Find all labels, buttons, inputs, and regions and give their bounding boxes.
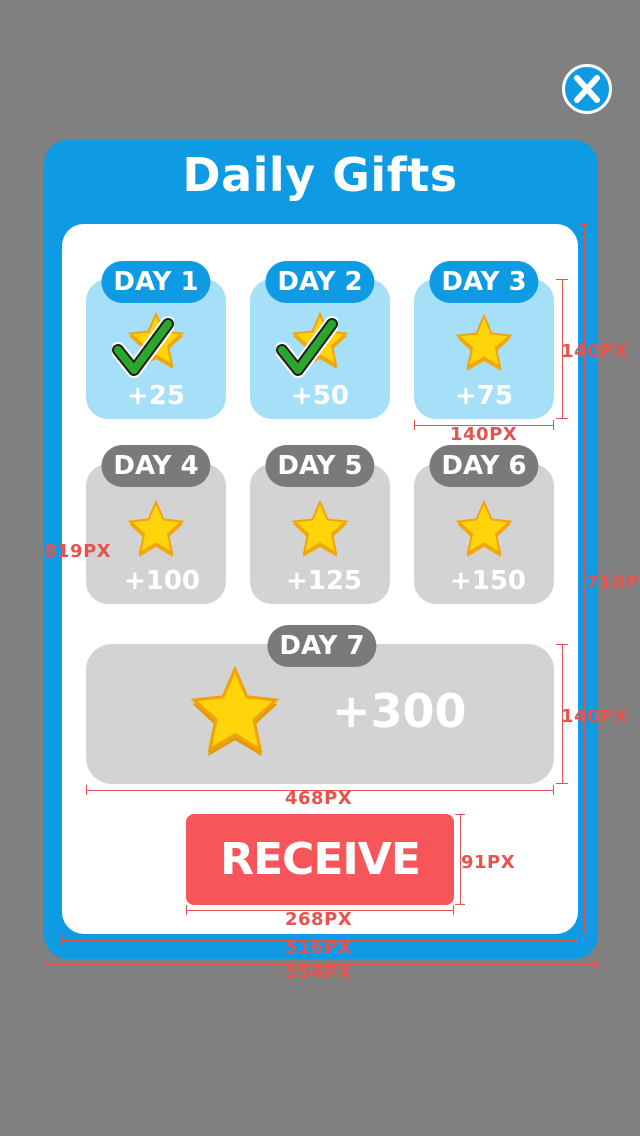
star-icon (127, 500, 185, 557)
button-height-label: 91PX (461, 852, 516, 873)
panel-width-label: 516PX (285, 937, 353, 958)
star-icon (455, 314, 513, 371)
close-icon (574, 75, 600, 103)
day-2-reward: +50 (291, 381, 349, 411)
card-height-label: 140PX (561, 341, 629, 362)
checkmark-icon (112, 316, 174, 378)
day-1-label: DAY 1 (101, 261, 211, 303)
close-button[interactable] (562, 64, 612, 114)
star-icon (291, 500, 349, 557)
day7-height-label: 140PX (561, 706, 629, 727)
day-3-reward: +75 (455, 381, 513, 411)
button-width-label: 268PX (285, 909, 353, 930)
dialog-width-label: 554PX (285, 962, 353, 983)
card-width-label: 140PX (450, 424, 518, 445)
day-3-label: DAY 3 (429, 261, 539, 303)
star-icon (190, 666, 280, 757)
star-icon (455, 500, 513, 557)
day-1-reward: +25 (127, 381, 185, 411)
day-6-label: DAY 6 (429, 445, 539, 487)
dialog-height-label: 819PX (44, 541, 112, 562)
day-7-label: DAY 7 (267, 625, 377, 667)
dialog-title: Daily Gifts (182, 148, 458, 202)
checkmark-icon (276, 316, 338, 378)
day-4-reward: +100 (123, 566, 201, 596)
day-5-reward: +125 (285, 566, 363, 596)
day-5-label: DAY 5 (265, 445, 375, 487)
day-4-label: DAY 4 (101, 445, 211, 487)
day-7-reward: +300 (332, 684, 467, 738)
day7-width-label: 468PX (285, 788, 353, 809)
receive-button[interactable]: RECEIVE (186, 814, 454, 905)
day-6-reward: +150 (449, 566, 527, 596)
day-2-label: DAY 2 (265, 261, 375, 303)
panel-height-label: 710PX (586, 572, 640, 593)
